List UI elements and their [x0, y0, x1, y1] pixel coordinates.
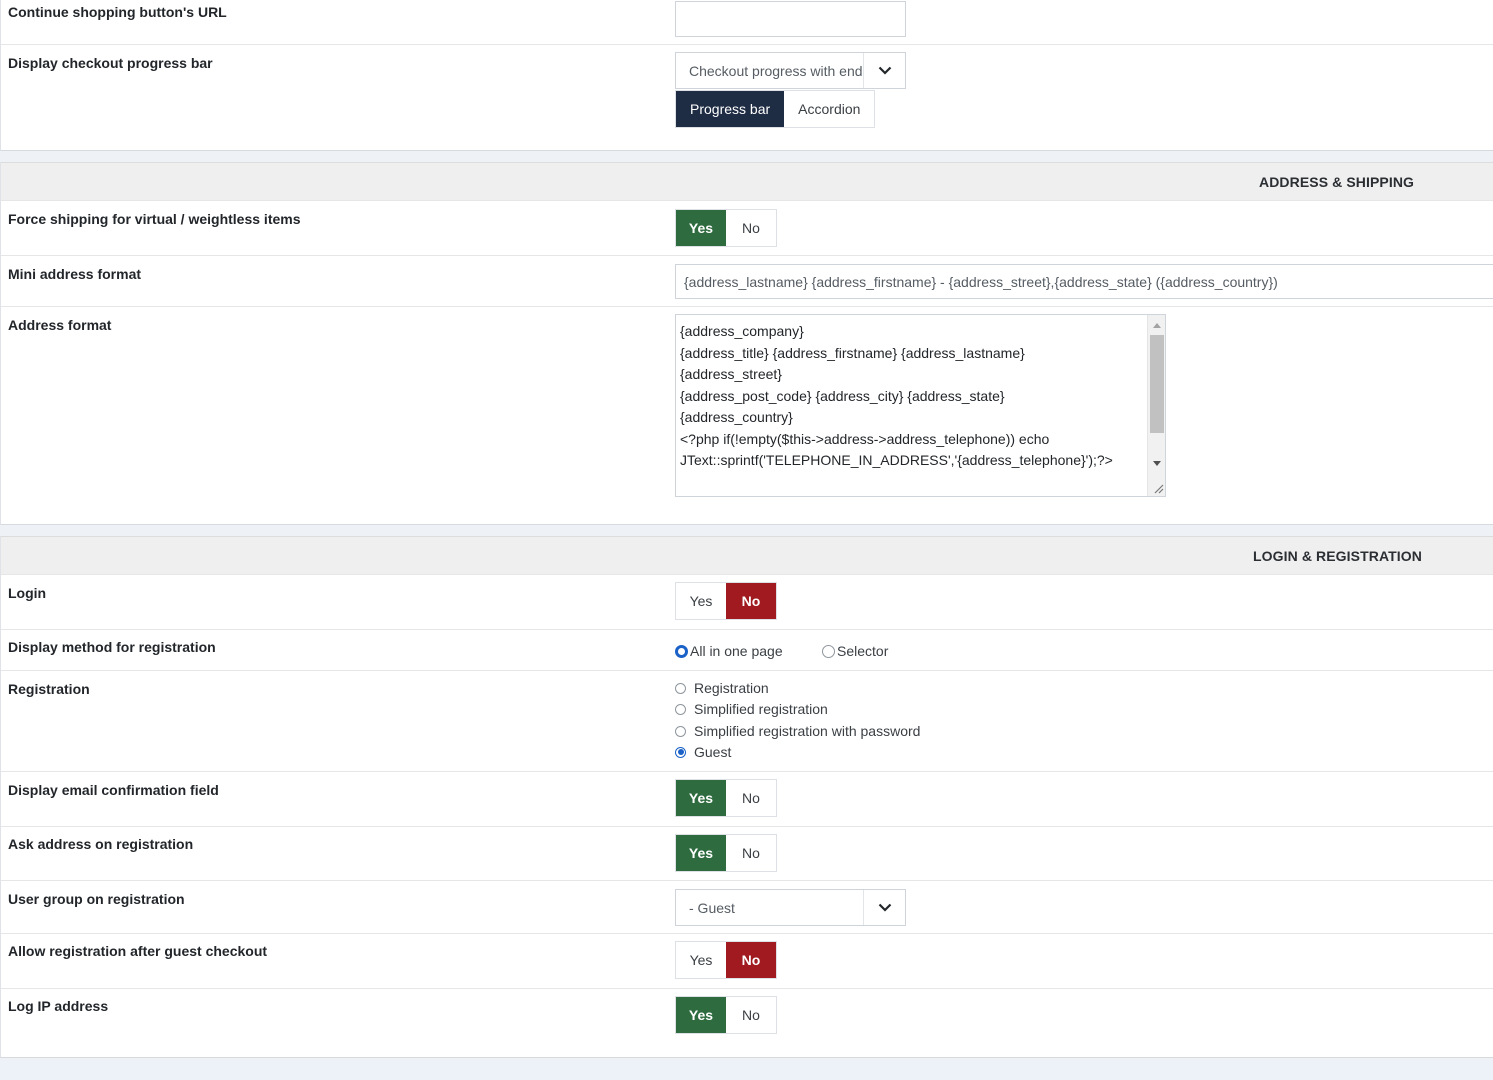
radio-dot — [675, 725, 686, 737]
row-force-shipping: Force shipping for virtual / weightless … — [1, 202, 1493, 256]
address-format-line: JText::sprintf('TELEPHONE_IN_ADDRESS','{… — [680, 452, 1113, 468]
row-log-ip: Log IP address Yes No — [1, 989, 1493, 1044]
radio-selector[interactable]: Selector — [822, 643, 888, 659]
user-group-select[interactable]: - Guest — [675, 889, 906, 926]
force-shipping-yes-button[interactable]: Yes — [676, 210, 726, 246]
registration-label: Registration — [8, 681, 90, 697]
progress-bar-label: Display checkout progress bar — [8, 55, 213, 71]
progress-bar-option-button[interactable]: Progress bar — [676, 91, 785, 127]
row-continue-url: Continue shopping button's URL — [1, 0, 1493, 45]
general-panel: Continue shopping button's URL Display c… — [0, 0, 1493, 151]
address-format-line: {address_post_code} {address_city} {addr… — [680, 387, 1005, 404]
row-address-format: Address format {address_company} {addres… — [1, 307, 1493, 507]
scrollbar-thumb[interactable] — [1150, 335, 1164, 433]
radio-label: Simplified registration — [694, 701, 828, 717]
resize-grip-icon[interactable] — [1153, 483, 1164, 494]
allow-after-guest-yes-button[interactable]: Yes — [676, 942, 726, 978]
address-format-label: Address format — [8, 317, 112, 333]
address-format-textarea[interactable]: {address_company} {address_title} {addre… — [675, 314, 1166, 497]
row-email-confirm: Display email confirmation field Yes No — [1, 772, 1493, 827]
address-shipping-panel: ADDRESS & SHIPPING Force shipping for vi… — [0, 162, 1493, 525]
chevron-down-icon[interactable] — [863, 890, 905, 925]
continue-url-input[interactable] — [675, 1, 906, 37]
radio-simplified-registration[interactable]: Simplified registration — [675, 701, 828, 717]
log-ip-no-button[interactable]: No — [726, 997, 776, 1033]
textarea-scrollbar[interactable] — [1147, 315, 1165, 496]
force-shipping-no-button[interactable]: No — [726, 210, 776, 246]
user-group-label: User group on registration — [8, 891, 185, 907]
login-toggle: Yes No — [675, 582, 777, 620]
allow-after-guest-toggle: Yes No — [675, 941, 777, 979]
address-format-line: {address_country} — [680, 409, 793, 425]
address-format-content[interactable]: {address_company} {address_title} {addre… — [680, 321, 1145, 472]
row-registration: Registration Registration Simplified reg… — [1, 671, 1493, 772]
allow-after-guest-label: Allow registration after guest checkout — [8, 943, 268, 959]
arrow-down-icon[interactable] — [1152, 460, 1162, 468]
ask-address-no-button[interactable]: No — [726, 835, 776, 871]
row-user-group: User group on registration - Guest — [1, 881, 1493, 934]
row-progress-bar: Display checkout progress bar Checkout p… — [1, 45, 1493, 137]
radio-dot — [675, 682, 686, 694]
address-format-line: <?php if(!empty($this->address->address_… — [680, 430, 1050, 447]
log-ip-yes-button[interactable]: Yes — [676, 997, 726, 1033]
continue-url-label: Continue shopping button's URL — [8, 4, 227, 20]
user-group-select-value: - Guest — [689, 900, 735, 916]
ask-address-toggle: Yes No — [675, 834, 777, 872]
radio-label: Simplified registration with password — [694, 723, 921, 739]
row-login: Login Yes No — [1, 575, 1493, 630]
mini-address-input[interactable] — [675, 264, 1493, 299]
email-confirm-toggle: Yes No — [675, 779, 777, 817]
radio-registration[interactable]: Registration — [675, 680, 769, 696]
login-yes-button[interactable]: Yes — [676, 583, 726, 619]
email-confirm-label: Display email confirmation field — [8, 782, 219, 798]
radio-label: Selector — [837, 643, 889, 659]
row-display-method: Display method for registration All in o… — [1, 630, 1493, 671]
address-format-line: {address_street} — [680, 366, 782, 382]
ask-address-yes-button[interactable]: Yes — [676, 835, 726, 871]
radio-all-in-one-page[interactable]: All in one page — [675, 643, 783, 659]
chevron-down-icon[interactable] — [863, 53, 905, 88]
mini-address-label: Mini address format — [8, 266, 142, 282]
progress-type-toggle: Progress bar Accordion — [675, 90, 876, 128]
radio-guest[interactable]: Guest — [675, 744, 731, 760]
radio-simplified-registration-password[interactable]: Simplified registration with password — [675, 723, 920, 739]
login-registration-header: LOGIN & REGISTRATION — [1, 536, 1493, 575]
radio-dot — [675, 746, 686, 758]
page-footer-strip — [0, 1061, 1493, 1080]
row-mini-address: Mini address format — [1, 256, 1493, 307]
log-ip-label: Log IP address — [8, 998, 109, 1014]
radio-label: Registration — [694, 680, 769, 696]
address-shipping-title: ADDRESS & SHIPPING — [1259, 174, 1415, 190]
progress-select[interactable]: Checkout progress with end — [675, 52, 906, 89]
login-registration-title: LOGIN & REGISTRATION — [1253, 548, 1422, 564]
allow-after-guest-no-button[interactable]: No — [726, 942, 776, 978]
force-shipping-toggle: Yes No — [675, 209, 777, 247]
login-registration-panel: LOGIN & REGISTRATION Login Yes No Displa… — [0, 536, 1493, 1058]
row-ask-address: Ask address on registration Yes No — [1, 827, 1493, 881]
radio-dot — [675, 703, 686, 715]
force-shipping-label: Force shipping for virtual / weightless … — [8, 211, 301, 227]
arrow-up-icon[interactable] — [1152, 321, 1162, 329]
email-confirm-yes-button[interactable]: Yes — [676, 780, 726, 816]
radio-label: All in one page — [690, 643, 783, 659]
login-no-button[interactable]: No — [726, 583, 776, 619]
email-confirm-no-button[interactable]: No — [726, 780, 776, 816]
address-shipping-header: ADDRESS & SHIPPING — [1, 162, 1493, 201]
ask-address-label: Ask address on registration — [8, 836, 194, 852]
row-allow-after-guest: Allow registration after guest checkout … — [1, 934, 1493, 989]
radio-label: Guest — [694, 744, 732, 760]
address-format-line: {address_title} {address_firstname} {add… — [680, 344, 1025, 361]
display-method-label: Display method for registration — [8, 639, 216, 655]
radio-dot — [675, 644, 688, 658]
progress-select-value: Checkout progress with end — [689, 63, 863, 79]
address-format-line: {address_company} — [680, 323, 804, 339]
login-label: Login — [8, 585, 47, 601]
radio-dot — [822, 644, 835, 658]
log-ip-toggle: Yes No — [675, 996, 777, 1034]
accordion-option-button[interactable]: Accordion — [784, 91, 874, 127]
